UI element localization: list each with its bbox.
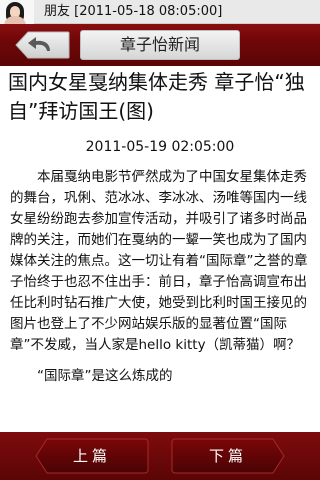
page-title: 章子怡新闻 <box>80 30 240 60</box>
next-label: 下篇 <box>208 447 247 465</box>
avatar[interactable] <box>0 0 34 24</box>
back-arrow-icon <box>15 31 70 59</box>
back-button[interactable] <box>14 31 70 59</box>
article-content[interactable]: 国内女星戛纳集体走秀 章子怡“独自”拜访国王(图) 2011-05-19 02:… <box>0 66 320 432</box>
sender-info: 朋友 [2011-05-18 08:05:00] <box>44 4 223 19</box>
prev-article-button[interactable]: 上篇 <box>35 438 149 474</box>
status-bar: 朋友 [2011-05-18 08:05:00] <box>0 0 320 24</box>
article-subheading: “国际章”是这么炼成的 <box>37 368 173 384</box>
prev-label: 上篇 <box>72 447 111 465</box>
article-date: 2011-05-19 02:05:00 <box>85 139 235 155</box>
article-paragraph: 本届戛纳电影节俨然成为了中国女星集体走秀的舞台，巩俐、范冰冰、李冰冰、汤唯等国内… <box>10 169 308 353</box>
bottom-nav: 上篇 下篇 <box>0 432 320 480</box>
article-headline: 国内女星戛纳集体走秀 章子怡“独自”拜访国王(图) <box>8 70 305 123</box>
next-article-button[interactable]: 下篇 <box>171 438 285 474</box>
header-bar: 章子怡新闻 <box>0 24 320 66</box>
